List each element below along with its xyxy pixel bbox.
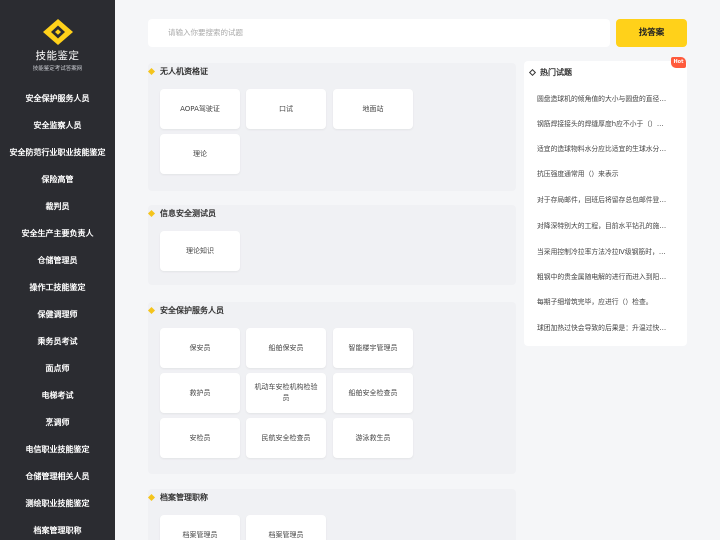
category-card[interactable]: 理论知识	[160, 231, 240, 271]
section-title: 安全保护服务人员	[160, 306, 224, 315]
sidebar-item[interactable]: 安全生产主要负责人	[0, 220, 115, 247]
sidebar-item[interactable]: 电信职业技能鉴定	[0, 436, 115, 463]
section-header: 档案管理职称	[147, 489, 516, 509]
category-card[interactable]: 游泳救生员	[333, 418, 413, 458]
section-header: 安全保护服务人员	[147, 302, 516, 322]
category-card[interactable]: 地面站	[333, 89, 413, 129]
hot-question-item[interactable]: 钢筋焊接接头的焊缝厚度h应不小于（）…	[537, 118, 680, 128]
hot-question-item[interactable]: 粗钢中的贵金属随电解的进行而进入到阳…	[537, 271, 680, 281]
search-button[interactable]: 找答案	[616, 19, 687, 47]
diamond-icon	[147, 493, 156, 502]
diamond-icon	[147, 209, 156, 218]
category-card[interactable]: 保安员	[160, 328, 240, 368]
hot-badge: Hot	[671, 57, 686, 68]
sidebar-item[interactable]: 安全监察人员	[0, 112, 115, 139]
category-card[interactable]: 机动车安检机构检验员	[246, 373, 326, 413]
sidebar-item[interactable]: 裁判员	[0, 193, 115, 220]
category-section: 无人机资格证 AOPA驾驶证 口试 地面站 理论	[147, 63, 516, 191]
sidebar-item[interactable]: 安全防范行业职业技能鉴定	[0, 139, 115, 166]
category-card[interactable]: 安检员	[160, 418, 240, 458]
search-input[interactable]	[148, 19, 610, 47]
sidebar-item[interactable]: 面点师	[0, 355, 115, 382]
sidebar-item[interactable]: 档案管理职称	[0, 517, 115, 540]
logo[interactable]: 技能鉴定 技能鉴定考试答案网	[0, 0, 115, 85]
hot-question-item[interactable]: 适宜的造球物料水分应比适宜的生球水分…	[537, 143, 680, 153]
sidebar-item[interactable]: 测绘职业技能鉴定	[0, 490, 115, 517]
hot-question-item[interactable]: 对降深特别大的工程，目前水平钻孔的施…	[537, 220, 680, 230]
section-title: 无人机资格证	[160, 67, 208, 76]
logo-subtitle: 技能鉴定考试答案网	[32, 66, 83, 72]
category-section: 安全保护服务人员 保安员 船舶保安员 智能楼宇管理员 救护员 机动车安检机构检验…	[147, 302, 516, 474]
sidebar-item[interactable]: 保险高管	[0, 166, 115, 193]
category-card[interactable]: 档案管理员	[246, 515, 326, 540]
category-card[interactable]: 智能楼宇管理员	[333, 328, 413, 368]
sidebar-item[interactable]: 保健调理师	[0, 301, 115, 328]
hot-question-item[interactable]: 每期子细增筑完毕，应进行（）检查。	[537, 296, 680, 306]
hot-question-item[interactable]: 对于存局邮件，回班后将留存总包邮件登…	[537, 194, 680, 204]
diamond-outline-icon	[528, 68, 537, 77]
hot-questions-panel: 热门试题 圆盘造球机的倾角值的大小与圆盘的直径… 钢筋焊接接头的焊缝厚度h应不小…	[524, 61, 687, 346]
category-card[interactable]: 民航安全检查员	[246, 418, 326, 458]
category-card[interactable]: 口试	[246, 89, 326, 129]
section-header: 信息安全测试员	[147, 205, 516, 225]
logo-title: 技能鉴定	[35, 50, 80, 62]
hot-question-item[interactable]: 球团加热过快会导致的后果是：升温过快…	[537, 322, 680, 332]
section-title: 信息安全测试员	[160, 209, 216, 218]
sidebar-item[interactable]: 仓储管理员	[0, 247, 115, 274]
category-card[interactable]: 船舶安全检查员	[333, 373, 413, 413]
section-title: 档案管理职称	[160, 493, 208, 502]
sidebar-item[interactable]: 电梯考试	[0, 382, 115, 409]
sidebar-item[interactable]: 安全保护服务人员	[0, 85, 115, 112]
sidebar-item[interactable]: 烹调师	[0, 409, 115, 436]
logo-icon	[43, 19, 73, 45]
diamond-icon	[147, 306, 156, 315]
sidebar-item[interactable]: 操作工技能鉴定	[0, 274, 115, 301]
hot-question-item[interactable]: 抗压强度通常用（）来表示	[537, 168, 680, 178]
category-card[interactable]: AOPA驾驶证	[160, 89, 240, 129]
sidebar-item[interactable]: 仓储管理相关人员	[0, 463, 115, 490]
category-card[interactable]: 档案管理员	[160, 515, 240, 540]
category-card[interactable]: 船舶保安员	[246, 328, 326, 368]
hot-question-item[interactable]: 当采用控制冷拉率方法冷拉Ⅳ级钢筋时，…	[537, 246, 680, 256]
diamond-icon	[147, 67, 156, 76]
category-card[interactable]: 理论	[160, 134, 240, 174]
category-section: 信息安全测试员 理论知识	[147, 205, 516, 285]
sidebar-item[interactable]: 乘务员考试	[0, 328, 115, 355]
section-header: 无人机资格证	[147, 63, 516, 83]
hot-question-item[interactable]: 圆盘造球机的倾角值的大小与圆盘的直径…	[537, 93, 680, 103]
sidebar: 技能鉴定 技能鉴定考试答案网 安全保护服务人员 安全监察人员 安全防范行业职业技…	[0, 0, 115, 540]
hot-panel-title: 热门试题	[540, 68, 572, 77]
sidebar-nav: 安全保护服务人员 安全监察人员 安全防范行业职业技能鉴定 保险高管 裁判员 安全…	[0, 85, 115, 540]
category-section: 档案管理职称 档案管理员 档案管理员	[147, 489, 516, 540]
category-card[interactable]: 救护员	[160, 373, 240, 413]
